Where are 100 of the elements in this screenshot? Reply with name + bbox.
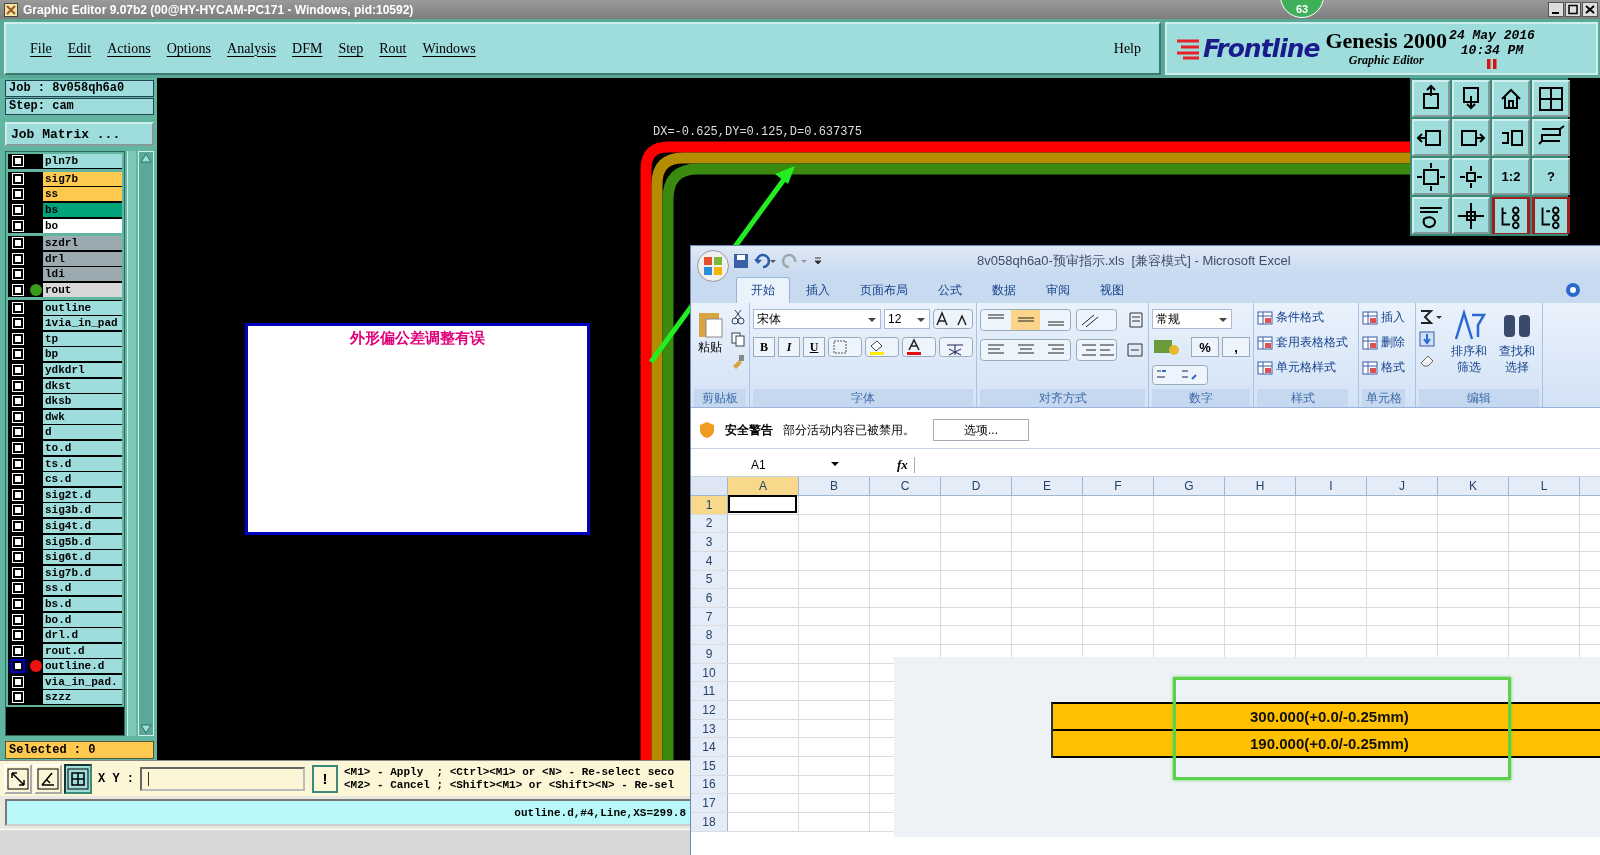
layer-checkbox[interactable] (13, 645, 23, 656)
menu-item[interactable]: Edit (59, 40, 100, 57)
layer-name[interactable]: sig7b.d (43, 565, 123, 580)
row-header[interactable]: 7 (691, 607, 728, 626)
layer-name[interactable]: sig5b.d (43, 534, 123, 549)
grid-icon[interactable] (64, 763, 92, 794)
find-select-button[interactable]: 查找和选择 (1495, 309, 1539, 375)
layer-name[interactable]: outline.d (43, 659, 123, 674)
ribbon-command[interactable]: 删除 (1362, 334, 1405, 351)
layer-name[interactable]: drl.d (43, 628, 123, 643)
ribbon-tab[interactable]: 审阅 (1032, 278, 1084, 303)
layer-checkbox[interactable] (13, 443, 23, 453)
menu-item[interactable]: DFM (284, 40, 331, 57)
layer-checkbox[interactable] (13, 205, 23, 216)
ribbon-tab[interactable]: 开始 (736, 277, 790, 303)
xy-input-field[interactable] (140, 766, 305, 791)
layer-name[interactable]: bo (43, 218, 123, 233)
ribbon-tab[interactable]: 页面布局 (846, 278, 922, 303)
menu-item[interactable]: Options (158, 40, 220, 57)
ribbon-tab[interactable]: 公式 (924, 278, 976, 303)
font-color-icon[interactable] (902, 337, 936, 357)
layer-checkbox[interactable] (13, 396, 23, 407)
ribbon-command[interactable]: 套用表格格式 (1257, 334, 1348, 351)
office-button[interactable] (697, 250, 729, 282)
menu-item[interactable]: Actions (99, 40, 159, 57)
layer-name[interactable]: ts.d (43, 456, 123, 471)
close-icon[interactable] (1582, 2, 1598, 17)
layer-name[interactable]: cs.d (43, 472, 123, 487)
layer-checkbox[interactable] (13, 380, 23, 391)
fill-color-icon[interactable] (865, 337, 899, 357)
layer-checkbox[interactable] (13, 318, 23, 329)
row-header[interactable]: 6 (691, 589, 728, 607)
font-size-field[interactable]: 12 (884, 309, 930, 329)
column-header[interactable]: H (1225, 477, 1296, 495)
row-header[interactable]: 18 (691, 812, 728, 831)
layer-name[interactable]: to.d (43, 441, 123, 455)
layer-checkbox[interactable] (13, 189, 23, 200)
layer-name[interactable]: dksb (43, 394, 123, 409)
row-header[interactable]: 3 (691, 533, 728, 551)
font-style-button[interactable]: U (803, 337, 825, 357)
layer-checkbox[interactable] (13, 427, 23, 438)
layer-name[interactable]: dwk (43, 409, 123, 424)
layer-checkbox[interactable] (13, 583, 23, 594)
layer-name[interactable]: bs (43, 203, 123, 218)
layer-checkbox[interactable] (13, 567, 23, 578)
layer-checkbox[interactable] (13, 458, 23, 469)
menu-item[interactable]: Help (1105, 40, 1149, 57)
layer-checkbox[interactable] (13, 285, 23, 296)
column-header[interactable]: K (1438, 477, 1509, 495)
help-icon[interactable] (1565, 282, 1581, 298)
layer-checkbox[interactable] (13, 598, 23, 609)
scroll-down-icon[interactable] (139, 723, 153, 735)
row-header[interactable]: 13 (691, 719, 728, 738)
layer-checkbox[interactable] (13, 302, 23, 313)
angle-icon[interactable] (34, 763, 62, 794)
row-header[interactable]: 11 (691, 682, 728, 701)
column-header[interactable]: C (870, 477, 941, 495)
layer-name[interactable]: sig3b.d (43, 503, 123, 518)
execute-button[interactable]: ! (312, 764, 338, 793)
layer-checkbox[interactable] (13, 552, 23, 563)
menu-item[interactable]: Windows (414, 40, 484, 57)
layer-name[interactable]: sig2t.d (43, 487, 123, 502)
ribbon-tab[interactable]: 数据 (978, 278, 1030, 303)
layer-checkbox[interactable] (13, 173, 23, 184)
layer-name[interactable]: tp (43, 331, 123, 346)
layer-name[interactable]: outline (43, 300, 123, 315)
menu-item[interactable]: Step (330, 40, 372, 57)
sort-filter-button[interactable]: 排序和筛选 (1447, 309, 1491, 375)
row-header[interactable]: 8 (691, 626, 728, 645)
row-header[interactable]: 10 (691, 663, 728, 682)
resize-icon[interactable] (4, 763, 32, 794)
layer-name[interactable]: drl (43, 251, 123, 266)
row-header[interactable]: 5 (691, 570, 728, 589)
row-header[interactable]: 14 (691, 738, 728, 756)
layer-name[interactable]: bp (43, 347, 123, 362)
maximize-icon[interactable] (1565, 2, 1581, 17)
column-header[interactable]: D (941, 477, 1012, 495)
layer-name[interactable]: 1via_in_pad (43, 316, 123, 331)
layer-checkbox[interactable] (13, 661, 23, 672)
row-header[interactable]: 4 (691, 551, 728, 570)
name-box[interactable]: A1 (693, 456, 843, 474)
layer-name[interactable]: ldi (43, 267, 123, 282)
layer-name[interactable]: ydkdrl (43, 363, 123, 377)
menu-item[interactable]: Analysis (219, 40, 285, 57)
menu-item[interactable]: Rout (371, 40, 415, 57)
job-matrix-button[interactable]: Job Matrix ... (5, 122, 154, 146)
number-format-field[interactable]: 常规 (1152, 309, 1232, 329)
layer-checkbox[interactable] (13, 156, 23, 167)
paste-button[interactable]: 粘贴 (694, 309, 726, 356)
layer-checkbox[interactable] (13, 520, 23, 531)
save-icon[interactable] (733, 253, 749, 269)
decimal-icons[interactable] (1152, 365, 1208, 385)
insert-function-button[interactable]: fx (891, 457, 915, 473)
horizontal-align-icons[interactable] (980, 339, 1145, 361)
layer-name[interactable]: ss (43, 187, 123, 202)
font-style-button[interactable]: I (778, 337, 800, 357)
font-name-field[interactable]: 宋体 (753, 309, 881, 329)
layer-checkbox[interactable] (13, 365, 23, 375)
scrollbar[interactable] (138, 151, 154, 736)
layer-checkbox[interactable] (13, 238, 23, 249)
